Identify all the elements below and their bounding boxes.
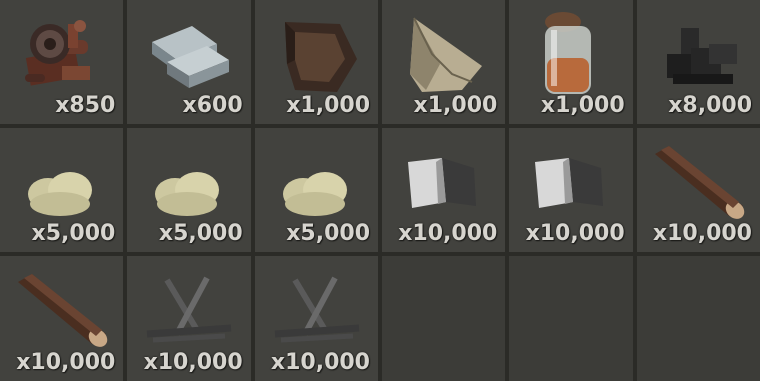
item-quantity: x8,000 <box>668 93 752 118</box>
item-quantity: x1,000 <box>286 93 370 118</box>
inventory-slot-18[interactable] <box>636 256 760 381</box>
inventory-slot-13[interactable]: x10,000 <box>0 256 124 381</box>
inventory-slot-9[interactable]: x5,000 <box>254 128 378 252</box>
inventory-slot-12[interactable]: x10,000 <box>636 128 760 252</box>
inventory-slot-5[interactable]: x1,000 <box>509 0 633 124</box>
leather-icon <box>265 4 365 104</box>
sulfur-icon <box>10 132 110 232</box>
item-quantity: x10,000 <box>270 350 370 375</box>
item-quantity: x10,000 <box>525 221 625 246</box>
stones-icon <box>392 132 492 232</box>
inventory-slot-17[interactable] <box>509 256 633 381</box>
item-quantity: x10,000 <box>652 221 752 246</box>
firewood-sticks-icon <box>265 260 365 360</box>
item-quantity: x1,000 <box>413 93 498 118</box>
inventory-slot-11[interactable]: x10,000 <box>509 128 633 252</box>
firewood-sticks-icon <box>137 260 237 360</box>
inventory-slot-3[interactable]: x1,000 <box>254 0 378 124</box>
sulfur-icon <box>137 132 237 232</box>
cloth-icon <box>392 4 492 104</box>
wood-log-icon <box>647 132 747 232</box>
item-quantity: x600 <box>182 93 243 118</box>
inventory-slot-14[interactable]: x10,000 <box>127 256 251 381</box>
item-quantity: x5,000 <box>31 221 116 246</box>
item-quantity: x10,000 <box>398 221 498 246</box>
item-quantity: x1,000 <box>540 93 625 118</box>
stones-icon <box>519 132 619 232</box>
inventory-slot-10[interactable]: x10,000 <box>382 128 506 252</box>
charcoal-icon <box>647 4 747 104</box>
metal-bars-icon <box>137 4 237 104</box>
sulfur-icon <box>265 132 365 232</box>
inventory-slot-4[interactable]: x1,000 <box>382 0 506 124</box>
inventory-slot-1[interactable]: x850 <box>0 0 124 124</box>
metal-fragments-icon <box>10 4 110 104</box>
wood-log-icon <box>10 260 110 360</box>
inventory-slot-2[interactable]: x600 <box>127 0 251 124</box>
item-quantity: x5,000 <box>286 221 370 246</box>
inventory-slot-16[interactable] <box>382 256 506 381</box>
animal-fat-jar-icon <box>519 4 619 104</box>
item-quantity: x5,000 <box>158 221 243 246</box>
item-quantity: x10,000 <box>143 350 243 375</box>
inventory-slot-6[interactable]: x8,000 <box>636 0 760 124</box>
inventory-slot-15[interactable]: x10,000 <box>254 256 378 381</box>
item-quantity: x850 <box>55 93 116 118</box>
inventory-slot-7[interactable]: x5,000 <box>0 128 124 252</box>
inventory-grid: x850 x600 x1,000 x1,000 x1,000 x8,000 x5… <box>0 0 760 381</box>
inventory-slot-8[interactable]: x5,000 <box>127 128 251 252</box>
item-quantity: x10,000 <box>16 350 116 375</box>
